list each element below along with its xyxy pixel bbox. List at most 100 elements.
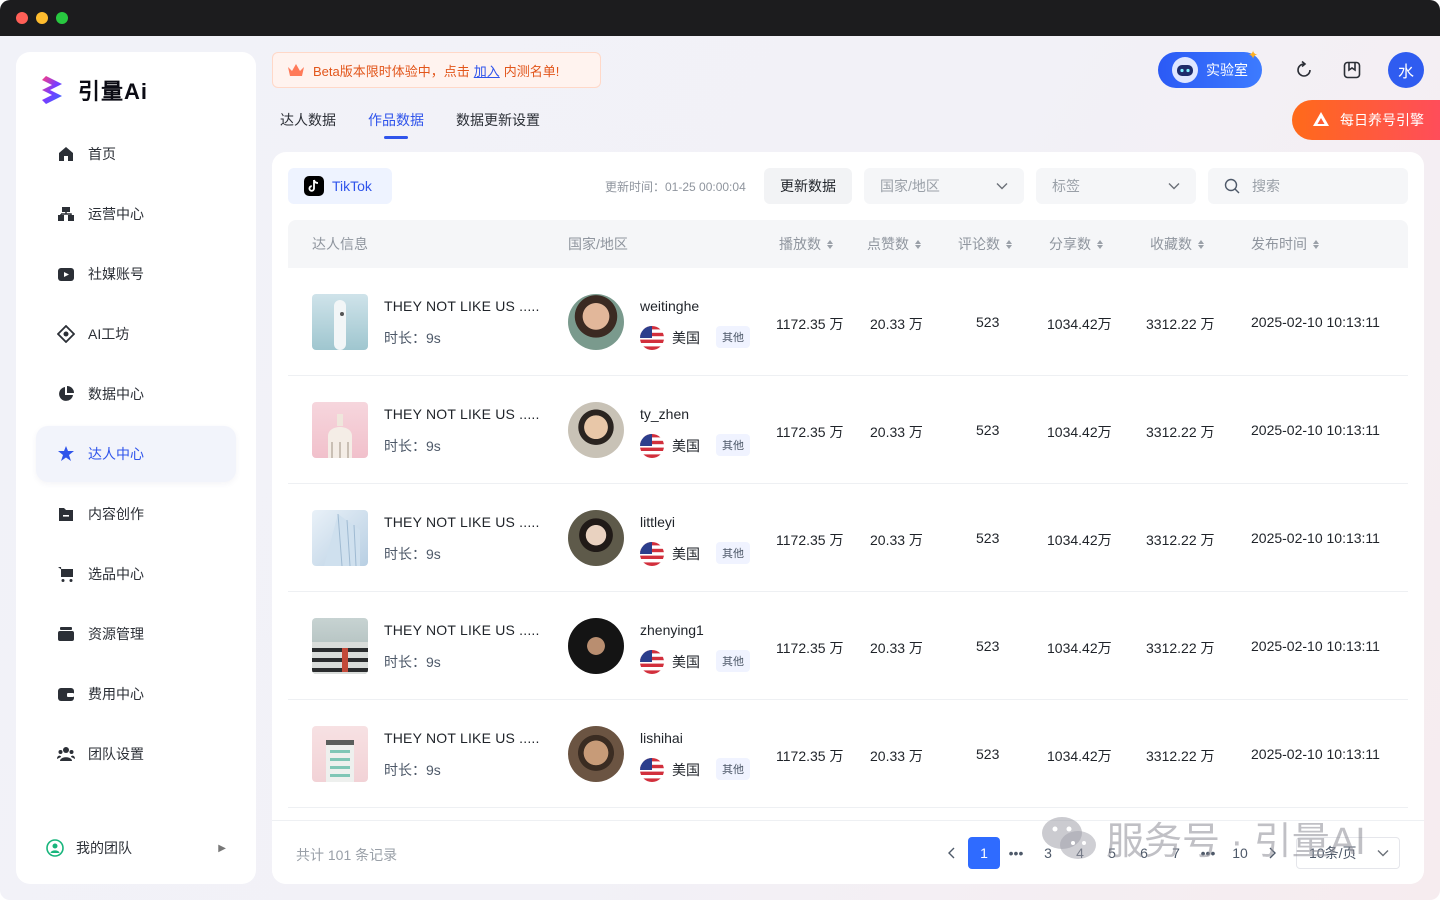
next-page-button[interactable]	[1256, 837, 1288, 869]
influencer-username[interactable]: zhenying1	[640, 622, 704, 638]
shares-value: 1034.42万	[1047, 424, 1112, 440]
page-7[interactable]: 7	[1160, 837, 1192, 869]
avatar[interactable]	[568, 510, 624, 566]
influencer-username[interactable]: littleyi	[640, 514, 675, 530]
table-row[interactable]: THEY NOT LIKE US ..... 时长：9s weitinghe 美…	[288, 268, 1408, 376]
page-4[interactable]: 4	[1064, 837, 1096, 869]
avatar[interactable]	[568, 726, 624, 782]
table-row[interactable]: THEY NOT LIKE US ..... 时长：9s ty_zhen 美国 …	[288, 376, 1408, 484]
resource-icon	[56, 624, 76, 644]
brand-name: 引量Ai	[78, 79, 149, 104]
sidebar-item-ai-workshop[interactable]: AI工坊	[36, 306, 236, 362]
chevron-right-icon: ▶	[218, 842, 226, 854]
column-header-published[interactable]: 发布时间	[1251, 220, 1319, 268]
lab-button[interactable]: 实验室 ✦	[1158, 48, 1262, 88]
sidebar-item-operations[interactable]: 运营中心	[36, 186, 236, 242]
video-thumbnail[interactable]	[312, 618, 368, 674]
sidebar-item-social-accounts[interactable]: 社媒账号	[36, 246, 236, 302]
influencer-username[interactable]: lishihai	[640, 730, 683, 746]
platform-filter-tiktok[interactable]: TikTok	[288, 168, 392, 204]
column-header-plays[interactable]: 播放数	[779, 220, 833, 268]
operations-icon	[56, 204, 76, 224]
refresh-icon[interactable]	[1292, 58, 1316, 82]
avatar[interactable]	[568, 402, 624, 458]
window-zoom-button[interactable]	[56, 12, 68, 24]
sidebar-item-team-settings[interactable]: 团队设置	[36, 726, 236, 782]
column-header-comments[interactable]: 评论数	[958, 220, 1012, 268]
published-time: 2025-02-10 10:13:11	[1251, 638, 1380, 654]
page-5[interactable]: 5	[1096, 837, 1128, 869]
column-header-shares[interactable]: 分享数	[1049, 220, 1103, 268]
page-3[interactable]: 3	[1032, 837, 1064, 869]
sidebar-item-home[interactable]: 首页	[36, 126, 236, 182]
join-beta-link[interactable]: 加入	[474, 61, 500, 80]
country-name: 美国	[672, 654, 700, 670]
country-name: 美国	[672, 762, 700, 778]
table-row[interactable]: THEY NOT LIKE US ..... 时长：9s zhenying1 美…	[288, 592, 1408, 700]
tab-influencer-data[interactable]: 达人数据	[280, 110, 336, 130]
likes-value: 20.33 万	[870, 748, 923, 764]
likes-value: 20.33 万	[870, 316, 923, 332]
brand-logo[interactable]: 引量Ai	[40, 72, 148, 108]
sidebar-item-label: 费用中心	[88, 686, 144, 702]
page-ellipsis-icon[interactable]: •••	[1192, 837, 1224, 869]
update-data-button[interactable]: 更新数据	[764, 168, 852, 204]
tab-data-update-settings[interactable]: 数据更新设置	[456, 110, 540, 130]
page-1[interactable]: 1	[968, 837, 1000, 869]
work-data-panel: TikTok 更新时间：01-25 00:00:04 更新数据 国家/地区 标签…	[272, 152, 1424, 884]
tag-select-placeholder: 标签	[1052, 178, 1080, 194]
bookmark-icon[interactable]	[1340, 58, 1364, 82]
us-flag-icon	[640, 434, 664, 458]
sidebar-item-product-selection[interactable]: 选品中心	[36, 546, 236, 602]
influencer-username[interactable]: weitinghe	[640, 298, 699, 314]
video-thumbnail[interactable]	[312, 402, 368, 458]
column-header-label: 播放数	[779, 236, 821, 252]
saves-value: 3312.22 万	[1146, 532, 1215, 548]
video-duration: 时长：9s	[384, 330, 441, 346]
table-row[interactable]: THEY NOT LIKE US ..... 时长：9s lishihai 美国…	[288, 700, 1408, 808]
search-icon	[1224, 178, 1240, 194]
page-ellipsis-icon[interactable]: •••	[1000, 837, 1032, 869]
crown-icon	[288, 64, 304, 76]
video-thumbnail[interactable]	[312, 294, 368, 350]
video-thumbnail[interactable]	[312, 726, 368, 782]
shares-value: 1034.42万	[1047, 532, 1112, 548]
page-size-select[interactable]: 10条/页	[1296, 837, 1400, 869]
video-title[interactable]: THEY NOT LIKE US .....	[384, 622, 540, 638]
video-title[interactable]: THEY NOT LIKE US .....	[384, 298, 540, 314]
daily-account-engine-button[interactable]: 每日养号引擎	[1292, 100, 1440, 140]
column-header-country: 国家/地区	[568, 236, 628, 252]
sidebar-item-resource-management[interactable]: 资源管理	[36, 606, 236, 662]
page-6[interactable]: 6	[1128, 837, 1160, 869]
prev-page-button[interactable]	[936, 837, 968, 869]
avatar[interactable]	[568, 618, 624, 674]
tab-work-data[interactable]: 作品数据	[368, 110, 424, 139]
column-header-saves[interactable]: 收藏数	[1150, 220, 1204, 268]
table-row[interactable]: THEY NOT LIKE US ..... 时长：9s littleyi 美国…	[288, 484, 1408, 592]
plays-value: 1172.35 万	[776, 316, 844, 332]
comments-value: 523	[976, 314, 1000, 330]
window-close-button[interactable]	[16, 12, 28, 24]
sidebar-item-influencer-center[interactable]: 达人中心	[36, 426, 236, 482]
search-input[interactable]: 搜索	[1208, 168, 1408, 204]
video-duration: 时长：9s	[384, 546, 441, 562]
avatar[interactable]	[568, 294, 624, 350]
video-duration: 时长：9s	[384, 762, 441, 778]
sidebar-item-billing[interactable]: 费用中心	[36, 666, 236, 722]
window-minimize-button[interactable]	[36, 12, 48, 24]
sidebar-item-data-center[interactable]: 数据中心	[36, 366, 236, 422]
table-body: THEY NOT LIKE US ..... 时长：9s weitinghe 美…	[288, 268, 1408, 808]
video-thumbnail[interactable]	[312, 510, 368, 566]
user-avatar[interactable]: 水	[1388, 52, 1424, 88]
video-title[interactable]: THEY NOT LIKE US .....	[384, 730, 540, 746]
sidebar-item-label: 选品中心	[88, 566, 144, 582]
video-title[interactable]: THEY NOT LIKE US .....	[384, 406, 540, 422]
tag-select[interactable]: 标签	[1036, 168, 1196, 204]
sidebar-item-content-creation[interactable]: 内容创作	[36, 486, 236, 542]
influencer-username[interactable]: ty_zhen	[640, 406, 689, 422]
column-header-likes[interactable]: 点赞数	[867, 220, 921, 268]
video-title[interactable]: THEY NOT LIKE US .....	[384, 514, 540, 530]
my-team-switcher[interactable]: 我的团队 ▶	[46, 838, 226, 858]
country-select[interactable]: 国家/地区	[864, 168, 1024, 204]
page-10[interactable]: 10	[1224, 837, 1256, 869]
